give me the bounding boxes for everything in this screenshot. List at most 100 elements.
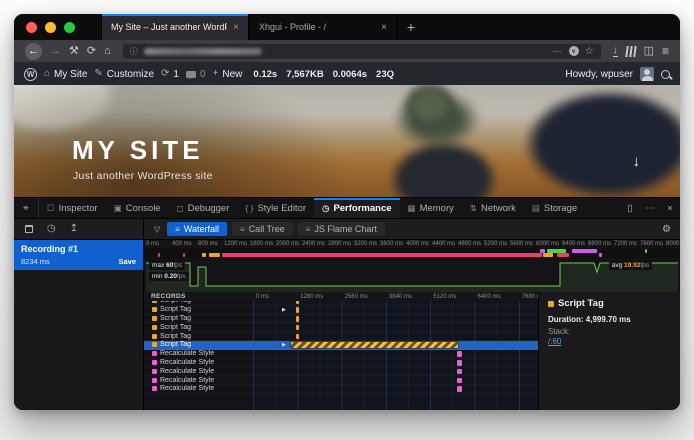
- network-icon: ⇅: [470, 203, 477, 214]
- minimize-window-button[interactable]: [45, 22, 56, 33]
- view-js-flame-chart[interactable]: ≡JS Flame Chart: [298, 222, 385, 236]
- close-window-button[interactable]: [26, 22, 37, 33]
- recording-item[interactable]: Recording #1 8234 ms Save: [14, 240, 143, 270]
- overview-tick: 3600 ms: [380, 241, 403, 247]
- tab-title: Xhgui - Profile - /: [259, 22, 375, 32]
- browser-tab[interactable]: My Site – Just another WordPress s×: [101, 14, 249, 40]
- view-call-tree[interactable]: ≡Call Tree: [232, 222, 293, 236]
- responsive-mode-icon[interactable]: ▯: [620, 203, 640, 214]
- overview-mark-violet: [599, 253, 602, 257]
- menu-icon[interactable]: ≡: [662, 45, 669, 57]
- expand-icon[interactable]: ▶: [282, 307, 286, 313]
- tab-label: Performance: [333, 203, 391, 214]
- tab-label: Style Editor: [257, 203, 306, 214]
- record-icon[interactable]: ◷: [47, 224, 56, 234]
- url-redacted: [144, 48, 262, 55]
- reload-icon[interactable]: ⟳: [87, 46, 96, 57]
- adminbar-new[interactable]: + New: [213, 69, 243, 80]
- record-name: Script Tag: [160, 333, 191, 340]
- record-row-style[interactable]: Recalculate Style: [144, 367, 538, 376]
- import-recording-icon[interactable]: ↥: [70, 224, 78, 234]
- back-icon[interactable]: ←: [25, 43, 42, 60]
- devtools-tab-storage[interactable]: ▤Storage: [524, 198, 585, 218]
- wrench-icon[interactable]: ⚒: [69, 46, 79, 57]
- adminbar-customize[interactable]: ✎ Customize: [94, 69, 154, 80]
- tab-close-icon[interactable]: ×: [233, 22, 239, 33]
- detail-tick: 0 ms: [256, 294, 269, 300]
- overview-mark-pink: [158, 253, 160, 257]
- overview-mark-violet: [540, 249, 545, 253]
- detail-duration: Duration: 4,999.70 ms: [548, 315, 671, 324]
- record-row-script[interactable]: Script Tag: [144, 332, 538, 341]
- downloads-icon[interactable]: ↓: [613, 46, 618, 57]
- record-lane: [253, 332, 538, 340]
- view-icon: ≡: [240, 225, 245, 234]
- record-row-script[interactable]: Script Tag▶: [144, 341, 538, 350]
- devtools-more-icon[interactable]: ⋯: [640, 203, 660, 214]
- adminbar-updates[interactable]: ⟳ 1: [161, 69, 179, 80]
- record-row-style[interactable]: Recalculate Style: [144, 359, 538, 368]
- home-icon[interactable]: ⌂: [104, 46, 111, 57]
- site-tagline: Just another WordPress site: [73, 170, 213, 182]
- bookmark-star-icon[interactable]: ☆: [585, 46, 594, 57]
- adminbar-site[interactable]: ⌂ My Site: [44, 69, 87, 80]
- script-mark: [296, 334, 299, 340]
- script-swatch: [152, 316, 157, 321]
- avatar[interactable]: [640, 67, 654, 81]
- stack-frame-link[interactable]: /:60: [548, 337, 671, 346]
- url-bar[interactable]: ⓘ ⋯ ∨ ☆: [123, 44, 601, 59]
- framerate-graph: [144, 258, 680, 292]
- expand-icon[interactable]: ▶: [282, 342, 286, 348]
- fps-avg-badge: avg 19.92fps: [609, 261, 652, 270]
- pick-element-icon[interactable]: ⌖: [14, 198, 39, 218]
- style-mark: [457, 369, 462, 375]
- record-row-style[interactable]: Recalculate Style: [144, 385, 538, 394]
- site-info-icon[interactable]: ⓘ: [130, 46, 138, 57]
- script-swatch: [152, 325, 157, 330]
- tab-label: Debugger: [188, 203, 230, 214]
- recording-controls: ◷ ↥: [14, 219, 144, 239]
- record-row-script[interactable]: Script Tag: [144, 323, 538, 332]
- devtools-tab-performance[interactable]: ◷Performance: [314, 198, 400, 218]
- devtools-tab-console[interactable]: ▣Console: [106, 198, 169, 218]
- devtools-tab-network[interactable]: ⇅Network: [462, 198, 524, 218]
- devtools-tab-memory[interactable]: ▦Memory: [400, 198, 462, 218]
- devtools-tab-inspector[interactable]: ☐Inspector: [39, 198, 106, 218]
- scroll-down-icon[interactable]: ↓: [633, 153, 641, 170]
- record-row-style[interactable]: Recalculate Style: [144, 376, 538, 385]
- search-icon[interactable]: [661, 70, 670, 79]
- forward-icon[interactable]: →: [50, 46, 61, 57]
- record-lane: [253, 376, 538, 384]
- tab-close-icon[interactable]: ×: [381, 22, 387, 33]
- performance-stats: 0.12s 7,567KB 0.0064s 23Q: [253, 69, 394, 80]
- save-recording-link[interactable]: Save: [118, 257, 136, 266]
- clear-recordings-icon[interactable]: [25, 225, 33, 233]
- sidebar-toggle-icon[interactable]: ◫: [644, 46, 654, 57]
- new-tab-button[interactable]: +: [397, 14, 425, 40]
- plus-icon: +: [213, 69, 219, 79]
- waterfall-area: 0 ms400 ms800 ms1200 ms1600 ms2000 ms240…: [144, 240, 680, 410]
- framerate-overview[interactable]: max 60fps min 0.20fps avg 19.92fps: [144, 258, 680, 293]
- devtools-tab-debugger[interactable]: ◻Debugger: [169, 198, 238, 218]
- record-row-style[interactable]: Recalculate Style: [144, 350, 538, 359]
- gear-icon[interactable]: ⚙: [662, 224, 680, 235]
- view-waterfall[interactable]: ≡Waterfall: [167, 222, 227, 236]
- site-title[interactable]: MY SITE: [72, 135, 204, 166]
- howdy-account[interactable]: Howdy, wpuser: [565, 69, 633, 80]
- record-label: Recalculate Style: [144, 359, 253, 367]
- record-row-script[interactable]: Script Tag: [144, 315, 538, 324]
- browser-tab[interactable]: Xhgui - Profile - / ×: [249, 14, 397, 40]
- library-icon[interactable]: [625, 46, 637, 57]
- page-actions-icon[interactable]: ⋯: [553, 46, 563, 57]
- zoom-window-button[interactable]: [64, 22, 75, 33]
- record-name: Recalculate Style: [160, 377, 214, 384]
- record-row-script[interactable]: Script Tag▶: [144, 306, 538, 315]
- filter-icon[interactable]: ▽: [154, 225, 160, 234]
- devtools-close-icon[interactable]: ×: [660, 203, 680, 214]
- pocket-icon[interactable]: ∨: [569, 46, 579, 56]
- devtools-tab-style-editor[interactable]: { }Style Editor: [237, 198, 314, 218]
- stat-memory: 7,567KB: [286, 69, 324, 80]
- wordpress-logo-icon[interactable]: W: [24, 68, 37, 81]
- adminbar-comments[interactable]: 0: [186, 69, 206, 80]
- overview-tick: 4000 ms: [406, 241, 429, 247]
